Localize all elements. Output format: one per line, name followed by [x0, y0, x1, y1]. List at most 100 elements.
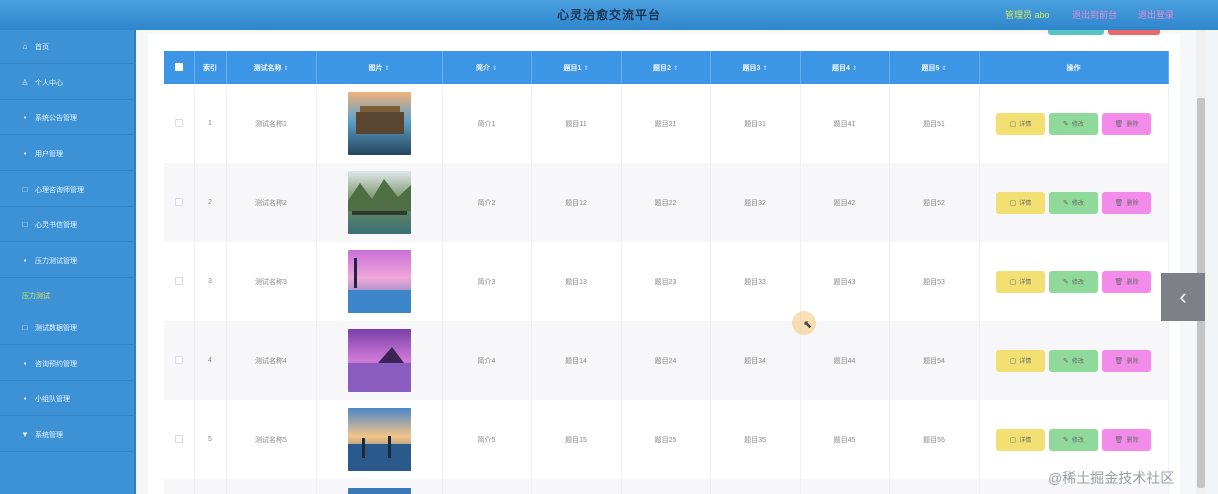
cell-intro: 简介3 [442, 242, 532, 321]
row-checkbox[interactable] [174, 434, 183, 443]
cell-name: 测试名称4 [226, 321, 317, 400]
sidebar-item-profile[interactable]: ♙ 个人中心 [0, 66, 136, 100]
test-image [347, 171, 411, 234]
column-header[interactable]: 题目4 ⇕ [800, 51, 890, 84]
data-icon: □ [22, 322, 28, 332]
edit-button[interactable]: ✎ 修改 [1049, 428, 1098, 451]
row-checkbox[interactable] [174, 197, 183, 206]
edit-icon: ✎ [1063, 357, 1069, 365]
table-row: 4 测试名称4 简介4 题目14 题目24 题目34 题目44 题目54 ▢ 详情… [164, 321, 1169, 400]
edit-button[interactable]: ✎ 修改 [1049, 270, 1098, 293]
group-icon: ▪ [23, 393, 27, 403]
sidebar-item-system[interactable]: ▼ 系统管理 [0, 418, 136, 452]
delete-button[interactable]: 🗑 删除 [1102, 428, 1151, 451]
users-icon: ▪ [23, 148, 27, 158]
bell-icon: ▪ [23, 112, 27, 122]
row-checkbox[interactable] [174, 118, 183, 127]
sort-icon: ⇕ [491, 65, 498, 72]
sort-icon: ⇕ [941, 65, 947, 72]
cell-index: 4 [194, 321, 227, 400]
column-header[interactable]: 题目5 ⇕ [889, 51, 980, 84]
detail-button[interactable]: ▢ 详情 [996, 112, 1045, 135]
logout-link[interactable]: 退出登录 [1138, 8, 1174, 21]
home-icon: ⌂ [22, 41, 28, 51]
cell-q3: 题目32 [710, 163, 801, 242]
table-row: 1 测试名称1 简介1 题目11 题目21 题目31 题目41 题目51 ▢ 详情… [164, 84, 1169, 163]
delete-button[interactable]: 🗑 删除 [1102, 191, 1151, 214]
detail-button[interactable]: ▢ 详情 [996, 270, 1045, 293]
table-row: 3 测试名称3 简介3 题目13 题目23 题目33 题目43 题目53 ▢ 详情… [164, 242, 1169, 321]
cell-q4: 题目45 [800, 400, 890, 479]
sidebar-item-counselors[interactable]: □ 心理咨询师管理 [0, 173, 136, 207]
trash-icon: 🗑 [1114, 120, 1124, 128]
cell-name: 测试名称5 [226, 400, 317, 479]
admin-label: 管理员 abo [1005, 10, 1050, 20]
cell-index: 3 [194, 242, 227, 321]
detail-button[interactable]: ▢ 详情 [996, 428, 1045, 451]
cell-q2: 题目22 [621, 163, 711, 242]
sidebar-item-stress-test[interactable]: ▪ 压力测试管理 [0, 244, 136, 278]
row-checkbox[interactable] [174, 276, 183, 285]
sidebar-item-appointments[interactable]: ▪ 咨询预约管理 [0, 347, 136, 381]
cell-q2: 题目23 [621, 242, 711, 321]
cell-q4: 题目41 [800, 84, 890, 163]
detail-icon: ▢ [1009, 120, 1017, 128]
sidebar-item-letters[interactable]: □ 心灵书信管理 [0, 208, 136, 242]
edit-button[interactable]: ✎ 修改 [1049, 112, 1098, 135]
cell-intro: 简介4 [442, 321, 532, 400]
sidebar-item-home[interactable]: ⌂ 首页 [0, 30, 136, 64]
data-table: 索引 测试名称 ⇕ 图片 ⇕ 简介 ⇕ 题目1 ⇕ 题目2 ⇕ 题目3 ⇕ 题目4 ⇕ 题目5… [164, 51, 1169, 494]
column-header[interactable]: 测试名称 ⇕ [226, 51, 317, 84]
column-header[interactable]: 题目2 ⇕ [621, 51, 711, 84]
cell-q5: 题目54 [889, 321, 980, 400]
top-action-button-b[interactable] [1108, 30, 1160, 35]
exit-to-front-link[interactable]: 退出到前台 [1072, 8, 1117, 21]
column-header[interactable]: 图片 ⇕ [316, 51, 443, 84]
detail-button[interactable]: ▢ 详情 [996, 191, 1045, 214]
sidebar-item-label: 心灵书信管理 [35, 221, 77, 229]
select-all-cell[interactable] [164, 51, 195, 84]
test-image [347, 250, 411, 313]
mail-icon: □ [22, 219, 28, 229]
edit-icon: ✎ [1063, 278, 1069, 286]
column-header[interactable]: 索引 [194, 51, 227, 84]
sidebar-item-label: 系统管理 [35, 431, 63, 439]
edit-icon: ✎ [1063, 199, 1069, 207]
cell-q3: 题目31 [710, 84, 801, 163]
sidebar-subitem-stress-test[interactable]: 压力测试 [22, 291, 50, 301]
delete-button[interactable]: 🗑 删除 [1102, 270, 1151, 293]
delete-button[interactable]: 🗑 删除 [1102, 349, 1151, 372]
detail-button[interactable]: ▢ 详情 [996, 349, 1045, 372]
detail-icon: ▢ [1009, 436, 1017, 444]
sidebar-item-announcements[interactable]: ▪ 系统公告管理 [0, 101, 136, 135]
column-header[interactable]: 题目1 ⇕ [531, 51, 622, 84]
sidebar-item-groups[interactable]: ▪ 小组队管理 [0, 382, 136, 416]
user-icon: ♙ [21, 77, 29, 87]
cell-q3: 题目35 [710, 400, 801, 479]
watermark: @稀土掘金技术社区 [1048, 470, 1175, 486]
sidebar: ⌂ 首页 ♙ 个人中心 ▪ 系统公告管理 ▪ 用户管理 □ 心理咨询师管理 □ … [0, 30, 136, 494]
cell-index: 2 [194, 163, 227, 242]
sidebar-item-users[interactable]: ▪ 用户管理 [0, 137, 136, 171]
column-header[interactable]: 题目3 ⇕ [710, 51, 801, 84]
cell-q5: 题目53 [889, 242, 980, 321]
row-checkbox[interactable] [174, 355, 183, 364]
top-action-button-a[interactable] [1048, 30, 1104, 35]
edit-button[interactable]: ✎ 修改 [1049, 349, 1098, 372]
side-panel-toggle[interactable]: ‹ [1161, 273, 1205, 321]
cell-name: 测试名称3 [226, 242, 317, 321]
sidebar-item-test-data[interactable]: □ 测试数据管理 [0, 311, 136, 345]
cell-q4: 题目42 [800, 163, 890, 242]
cell-q1: 题目14 [531, 321, 622, 400]
sort-icon: ⇕ [384, 65, 390, 72]
cell-name: 测试名称1 [226, 84, 317, 163]
test-image [347, 92, 411, 155]
doctor-icon: □ [22, 184, 28, 194]
table-header-row: 索引 测试名称 ⇕ 图片 ⇕ 简介 ⇕ 题目1 ⇕ 题目2 ⇕ 题目3 ⇕ 题目4 ⇕ 题目5… [164, 51, 1169, 84]
edit-button[interactable]: ✎ 修改 [1049, 191, 1098, 214]
column-header[interactable]: 简介 ⇕ [442, 51, 532, 84]
delete-button[interactable]: 🗑 删除 [1102, 112, 1151, 135]
cell-q2: 题目21 [621, 84, 711, 163]
sort-icon: ⇕ [851, 65, 857, 72]
select-all-checkbox[interactable] [174, 62, 183, 71]
